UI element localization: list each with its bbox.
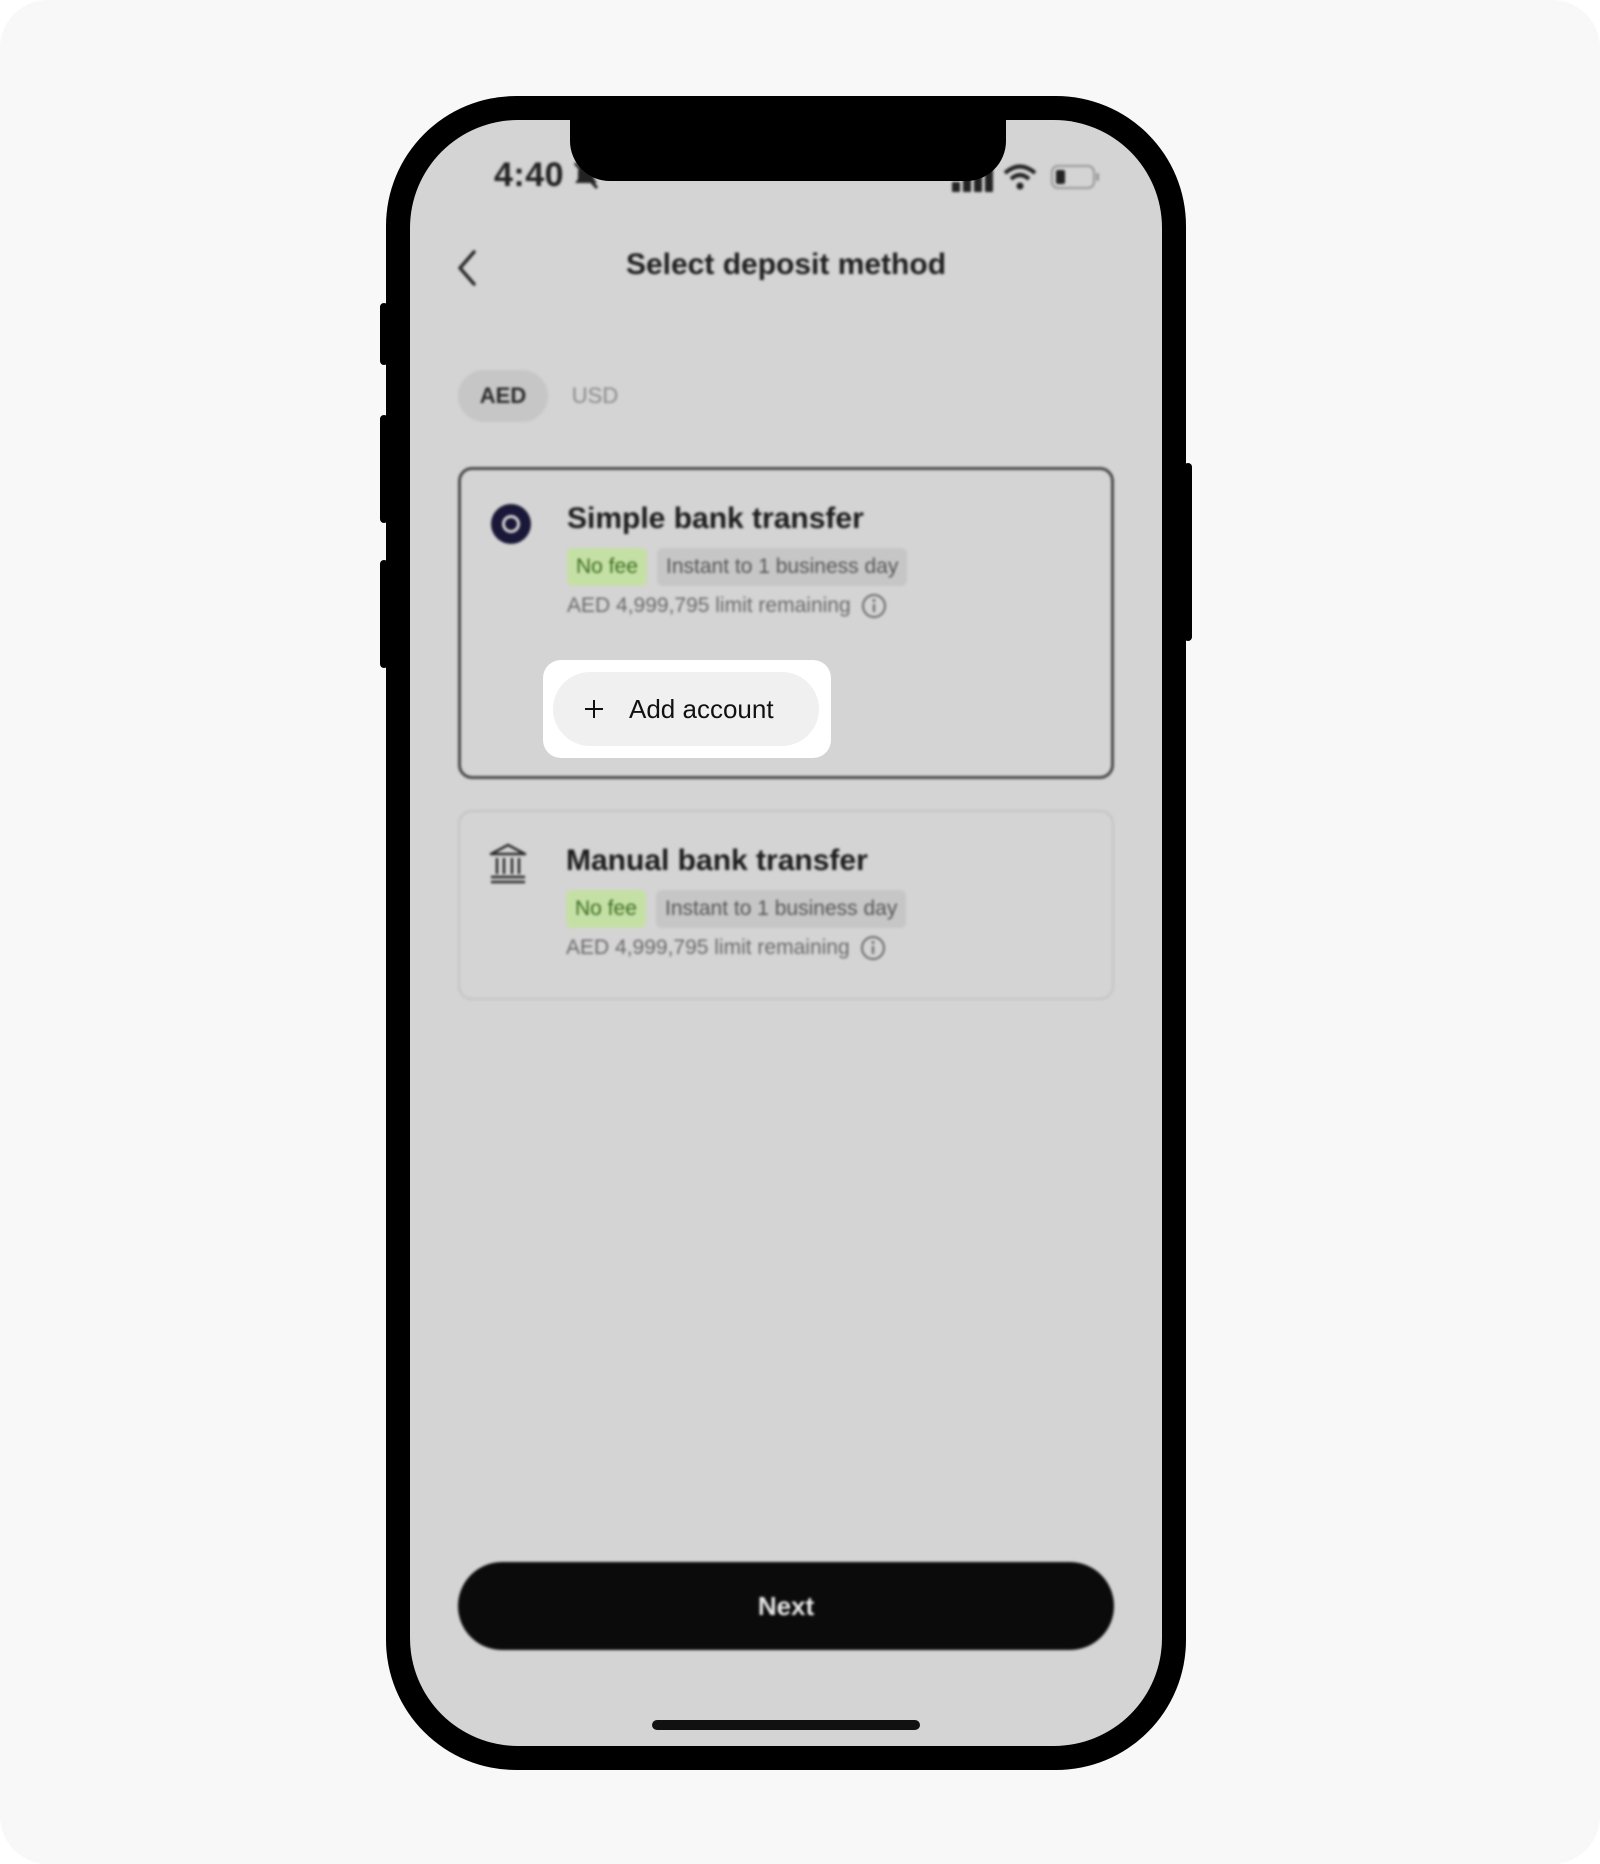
info-icon[interactable] [859,591,889,621]
speed-badge: Instant to 1 business day [657,548,908,586]
next-button[interactable]: Next [458,1562,1114,1650]
phone-volume-down [380,560,388,668]
tab-usd[interactable]: USD [560,370,630,422]
phone-volume-up [380,415,388,523]
phone-power-button [1184,463,1192,641]
home-indicator[interactable] [652,1720,920,1730]
limit-text: AED 4,999,795 limit remaining [567,594,851,617]
radio-selected-icon[interactable] [491,504,531,544]
battery-icon [1051,165,1099,189]
tab-aed[interactable]: AED [458,370,548,422]
info-icon[interactable] [858,933,888,963]
speed-badge: Instant to 1 business day [656,890,907,928]
method-title: Manual bank transfer [566,844,868,877]
wifi-icon [1003,164,1037,190]
method-card-manual-bank-transfer[interactable]: Manual bank transfer No fee Instant to 1… [458,810,1114,1000]
status-time: 4:40 [494,156,565,194]
fee-badge: No fee [566,890,646,928]
add-account-button[interactable]: Add account [553,672,819,746]
add-account-label: Add account [629,693,774,724]
plus-icon [585,700,603,718]
phone-notch [570,120,1006,181]
phone-screen: 4:40 Select deposit method AED USD Simpl… [410,120,1162,1746]
bank-icon [489,843,527,884]
method-title: Simple bank transfer [567,502,864,535]
limit-text: AED 4,999,795 limit remaining [566,936,850,959]
page-title: Select deposit method [625,248,947,281]
fee-badge: No fee [567,548,647,586]
phone-silent-switch [380,303,388,365]
